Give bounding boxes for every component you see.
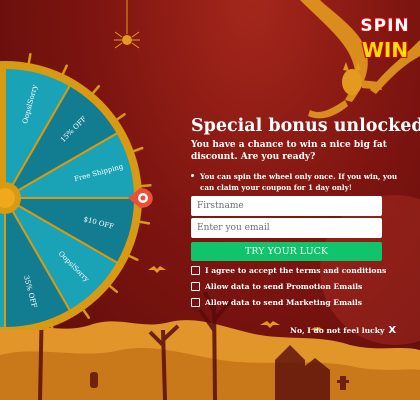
spin-wheel-popup: OopslSorry 15% OFF Free Shipping $10 OFF Oop… <box>0 0 420 400</box>
decline-link[interactable]: No, I do not feel lucky X <box>290 325 396 336</box>
logo-spin-text: SPIN <box>360 16 410 36</box>
logo-win-text: WIN <box>361 38 409 62</box>
note-bullet <box>191 174 194 177</box>
marketing-emails-checkbox-row[interactable]: Allow data to send Marketing Emails <box>191 298 362 307</box>
marketing-emails-checkbox[interactable] <box>191 298 200 307</box>
try-your-luck-button[interactable]: TRY YOUR LUCK <box>191 242 382 261</box>
popup-title: Special bonus unlocked <box>191 116 420 136</box>
firstname-input[interactable] <box>191 196 382 216</box>
close-icon[interactable]: X <box>388 325 396 336</box>
promotion-emails-checkbox[interactable] <box>191 282 200 291</box>
spin-wheel[interactable]: OopslSorry15% OFFFree Shipping$10 OFFOop… <box>0 0 170 330</box>
terms-checkbox-row[interactable]: I agree to accept the terms and conditio… <box>191 266 386 275</box>
marketing-emails-checkbox-label: Allow data to send Marketing Emails <box>205 298 363 307</box>
promotion-emails-checkbox-label: Allow data to send Promotion Emails <box>205 282 363 291</box>
terms-checkbox-label: I agree to accept the terms and conditio… <box>205 266 387 275</box>
spin-win-logo: SPIN WIN <box>356 14 414 72</box>
popup-subtitle: You have a chance to win a nice big fat … <box>191 140 387 162</box>
terms-checkbox[interactable] <box>191 266 200 275</box>
decline-label: No, I do not feel lucky <box>290 326 385 335</box>
wheel-segment <box>0 194 6 330</box>
popup-note: You can spin the wheel only once. If you… <box>200 172 398 192</box>
email-input[interactable] <box>191 218 382 238</box>
promotion-emails-checkbox-row[interactable]: Allow data to send Promotion Emails <box>191 282 362 291</box>
